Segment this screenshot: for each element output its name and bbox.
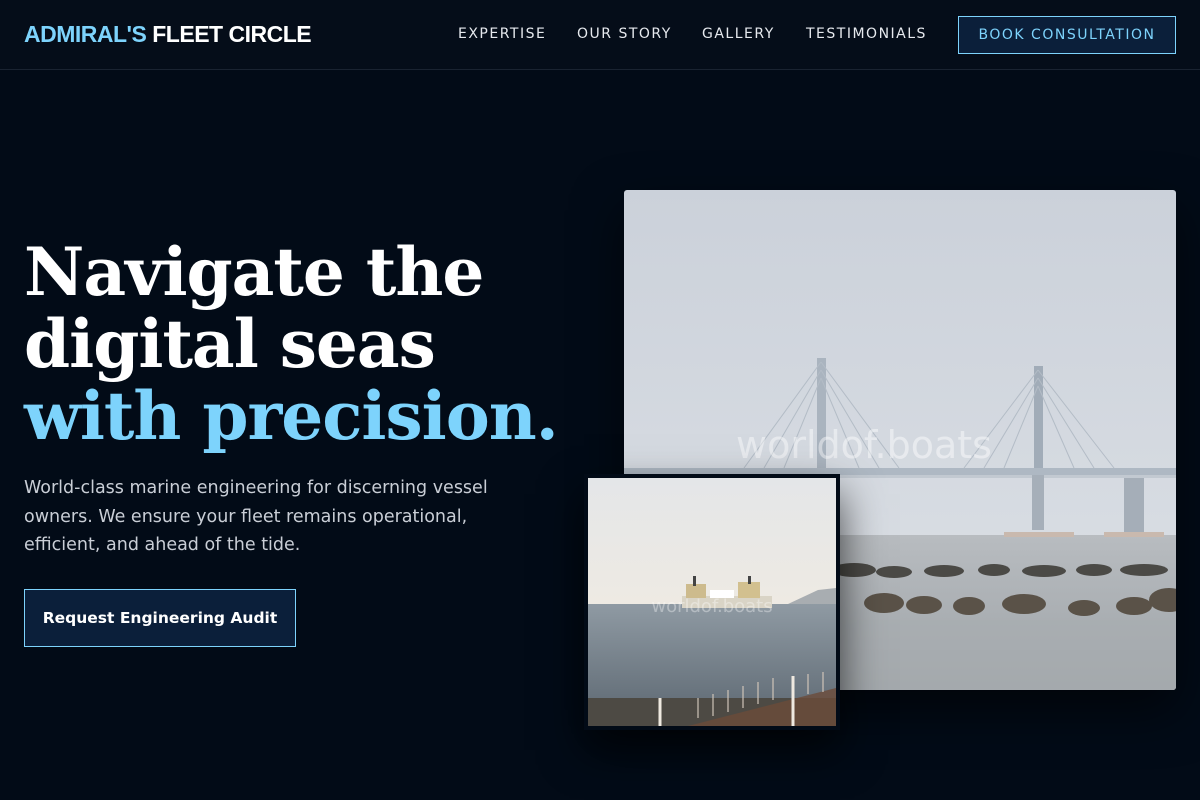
- headline-line-2: digital seas: [24, 305, 436, 383]
- brand-name: FLEET CIRCLE: [152, 21, 312, 47]
- brand-logo[interactable]: ADMIRAL'S FLEET CIRCLE: [24, 21, 312, 48]
- hero-headline: Navigate the digital seas with precision…: [24, 233, 559, 455]
- headline-accent: with precision.: [24, 377, 559, 455]
- headline-line-1: Navigate the: [24, 233, 484, 311]
- vessel-photo: worldof.boats: [584, 474, 840, 730]
- request-audit-button[interactable]: Request Engineering Audit: [24, 589, 296, 647]
- top-nav: ADMIRAL'S FLEET CIRCLE EXPERTISE OUR STO…: [0, 0, 1200, 70]
- hero-subtext: World-class marine engineering for disce…: [24, 478, 488, 555]
- watermark-small: worldof.boats: [651, 596, 772, 617]
- watermark-large: worldof.boats: [736, 423, 992, 467]
- nav-link-gallery[interactable]: GALLERY: [702, 26, 775, 42]
- nav-link-our-story[interactable]: OUR STORY: [577, 26, 672, 42]
- nav-link-expertise[interactable]: EXPERTISE: [458, 26, 546, 42]
- book-consultation-button[interactable]: BOOK CONSULTATION: [958, 16, 1176, 54]
- brand-accent: ADMIRAL'S: [24, 21, 147, 47]
- nav-link-testimonials[interactable]: TESTIMONIALS: [806, 26, 927, 42]
